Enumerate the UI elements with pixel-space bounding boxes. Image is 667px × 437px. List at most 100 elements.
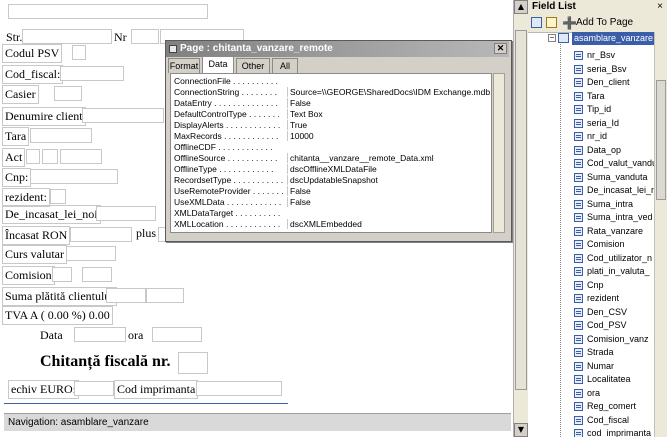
ora-field[interactable] (152, 327, 202, 342)
field-item[interactable]: Comision (574, 238, 625, 251)
property-value[interactable]: Text Box (287, 109, 491, 119)
scrollbar-thumb[interactable] (656, 80, 666, 200)
act-field-2[interactable] (42, 149, 58, 164)
navigation-bar[interactable]: Navigation: asamblare_vanzare (4, 413, 511, 431)
close-icon[interactable]: × (657, 0, 663, 14)
property-row[interactable]: MaxRecords . . . . . . . . . . . . 10000 (171, 131, 491, 141)
tree-root[interactable]: asamblare_vanzare (572, 32, 655, 45)
header-field[interactable] (8, 4, 208, 19)
echiv-euro-field[interactable] (74, 381, 114, 396)
field-item[interactable]: Cod_utilizator_n (574, 252, 652, 265)
denumire-client-field[interactable] (82, 108, 164, 123)
field-item[interactable]: plati_in_valuta_ (574, 265, 650, 278)
property-value[interactable]: True (287, 120, 491, 130)
property-value[interactable]: False (287, 98, 491, 108)
dialog-title-bar[interactable]: Page : chitanta_vanzare_remote ✕ (166, 41, 509, 57)
field-item[interactable]: Den_client (574, 76, 630, 89)
property-row[interactable]: OfflineSource . . . . . . . . . . . chita… (171, 153, 491, 163)
property-value[interactable]: 10000 (287, 131, 491, 141)
property-row[interactable]: ConnectionFile . . . . . . . . . . (171, 76, 491, 86)
comision-field-1[interactable] (52, 267, 72, 282)
field-item[interactable]: Suma_intra_ved (574, 211, 653, 224)
property-value[interactable]: dscOfflineXMLDataFile (287, 164, 491, 174)
tara-field[interactable] (30, 128, 92, 143)
scroll-up-icon[interactable]: ▲ (514, 0, 528, 14)
field-item[interactable]: Data_op (574, 144, 621, 157)
property-row[interactable]: RecordsetType . . . . . . . . . . . dscUp… (171, 175, 491, 185)
property-row[interactable]: OfflineCDF . . . . . . . . . . . . (171, 142, 491, 152)
dialog-scrollbar[interactable] (493, 73, 505, 233)
field-item[interactable]: Den_CSV (574, 306, 627, 319)
property-row[interactable]: DataEntry . . . . . . . . . . . . . . Fal… (171, 98, 491, 108)
tab-data[interactable]: Data (202, 56, 234, 73)
field-item[interactable]: cod_imprimanta (574, 427, 651, 437)
cnp-field[interactable] (30, 169, 118, 184)
field-list-panel[interactable]: Field List × ➕ Add To Page − asamblare_v… (528, 0, 667, 437)
tab-format[interactable]: Format (168, 58, 200, 73)
property-row[interactable]: XMLDataTarget . . . . . . . . . . (171, 208, 491, 218)
data-field[interactable] (74, 327, 126, 342)
field-item[interactable]: seria_Bsv (574, 63, 627, 76)
field-item[interactable]: Rata_vanzare (574, 225, 643, 238)
property-row[interactable]: UseRemoteProvider . . . . . . . . False (171, 186, 491, 196)
casier-field[interactable] (54, 86, 82, 101)
property-value[interactable]: False (287, 197, 491, 207)
act-field-1[interactable] (26, 149, 40, 164)
act-field-3[interactable] (60, 149, 102, 164)
property-row[interactable]: OfflineType . . . . . . . . . . . . dscOf… (171, 164, 491, 174)
property-value[interactable]: dscUpdatableSnapshot (287, 175, 491, 185)
property-row[interactable]: ConnectionString . . . . . . . . Source=\… (171, 87, 491, 97)
field-item[interactable]: ora (574, 387, 600, 400)
de-incasat-field[interactable] (96, 206, 156, 221)
scrollbar-thumb[interactable] (515, 30, 527, 390)
property-row[interactable]: DisplayAlerts . . . . . . . . . . . . Tru… (171, 120, 491, 130)
property-value[interactable]: False (287, 186, 491, 196)
rezident-field[interactable] (50, 189, 66, 204)
field-item[interactable]: Strada (574, 346, 614, 359)
property-value[interactable]: dscXMLEmbedded (287, 219, 491, 229)
design-scrollbar[interactable]: ▲ ▼ (513, 0, 528, 437)
property-value[interactable]: chitanta__vanzare__remote_Data.xml (287, 153, 491, 163)
field-item[interactable]: seria_Id (574, 117, 619, 130)
field-item[interactable]: nr_Bsv (574, 49, 615, 62)
field-item[interactable]: Cnp (574, 279, 604, 292)
properties-icon[interactable] (546, 17, 557, 28)
field-list-scrollbar[interactable] (654, 32, 667, 437)
cod-psv-field[interactable] (72, 45, 86, 60)
property-value[interactable]: Source=\\GEORGE\SharedDocs\IDM Exchange.… (287, 87, 491, 97)
tab-all[interactable]: All (272, 58, 298, 73)
field-item[interactable]: Numar (574, 360, 614, 373)
field-item[interactable]: Cod_fiscal (574, 414, 629, 427)
properties-dialog[interactable]: Page : chitanta_vanzare_remote ✕ Format … (165, 40, 512, 242)
field-item[interactable]: Cod_PSV (574, 319, 627, 332)
field-item[interactable]: rezident (574, 292, 619, 305)
scroll-down-icon[interactable]: ▼ (514, 423, 528, 437)
property-grid[interactable]: ConnectionFile . . . . . . . . . . Conne… (170, 73, 492, 233)
property-row[interactable]: DefaultControlType . . . . . . . Text Box (171, 109, 491, 119)
comision-field-2[interactable] (82, 267, 112, 282)
database-icon[interactable] (531, 17, 542, 28)
field-item[interactable]: Localitatea (574, 373, 631, 386)
property-row[interactable]: UseXMLData . . . . . . . . . . . . False (171, 197, 491, 207)
suma-platita-field-2[interactable] (146, 288, 184, 303)
str-field[interactable] (22, 29, 112, 44)
suma-platita-field-1[interactable] (106, 288, 146, 303)
close-icon[interactable]: ✕ (494, 43, 507, 54)
field-item[interactable]: Tip_id (574, 103, 611, 116)
collapse-icon[interactable]: − (548, 34, 556, 42)
field-item[interactable]: Suma_intra (574, 198, 633, 211)
field-item[interactable]: nr_id (574, 130, 607, 143)
field-item[interactable]: Comision_vanz (574, 333, 649, 346)
nr-field[interactable] (131, 29, 159, 44)
field-item[interactable]: Suma_vanduta (574, 171, 648, 184)
cod-fiscal-field[interactable] (60, 66, 124, 81)
field-item[interactable]: Reg_comert (574, 400, 636, 413)
curs-valutar-field[interactable] (66, 246, 116, 261)
property-row[interactable]: XMLLocation . . . . . . . . . . . . dscXM… (171, 219, 491, 229)
cod-imprimanta-field[interactable] (196, 381, 282, 396)
add-icon[interactable]: ➕ (562, 16, 577, 30)
field-tree[interactable]: − asamblare_vanzare nr_Bsv seria_Bsv Den_c… (528, 32, 655, 437)
field-item[interactable]: Cod_valut_vandut (574, 157, 655, 170)
page-design-surface[interactable]: Str. Nr Codul PSV Cod_fiscal: Casier Den… (0, 0, 513, 437)
chitanta-nr-field[interactable] (178, 352, 208, 374)
